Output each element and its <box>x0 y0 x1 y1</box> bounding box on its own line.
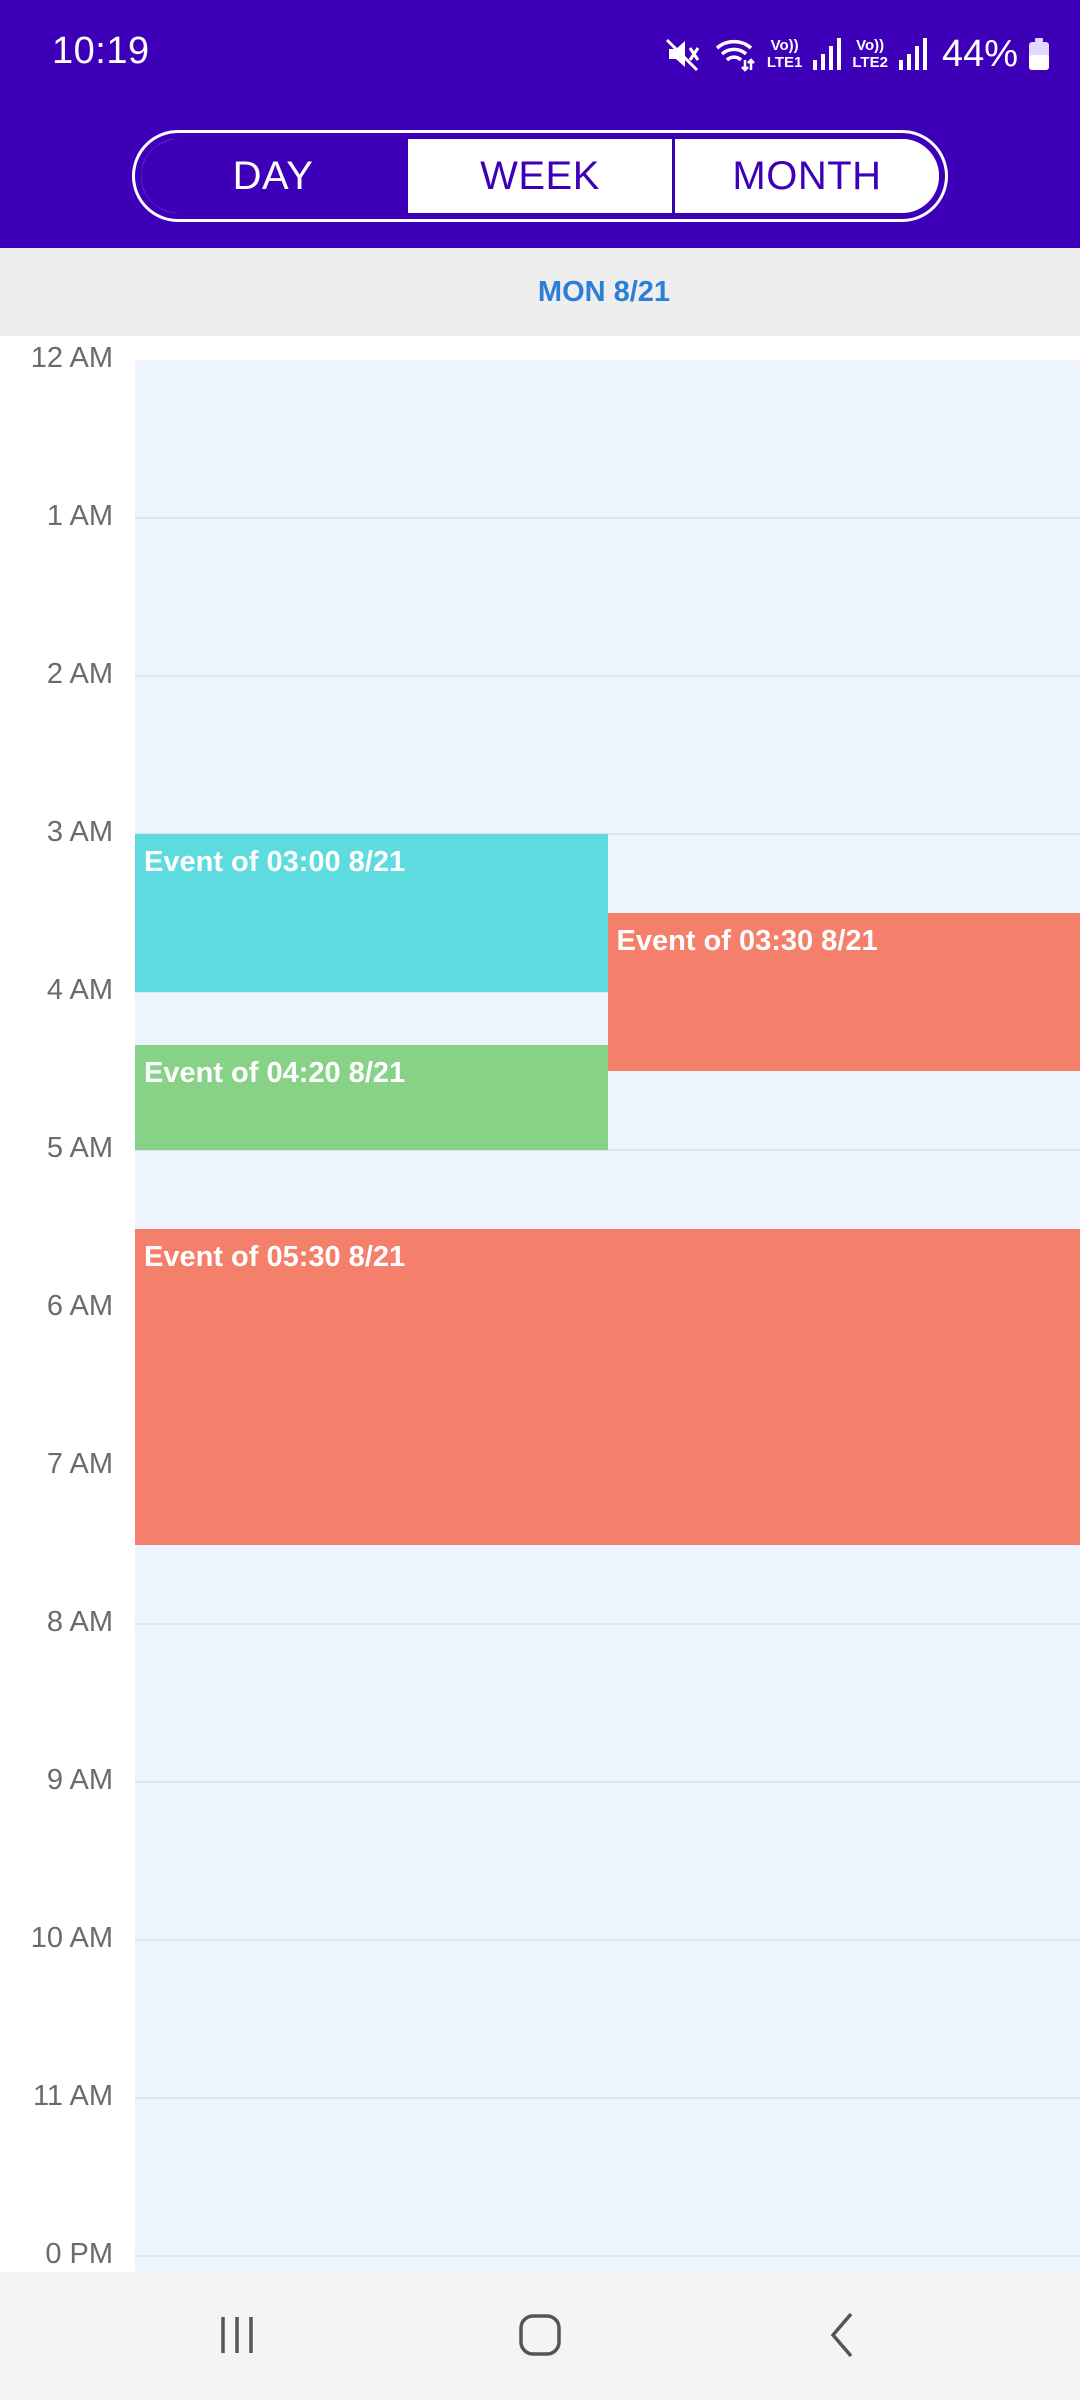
hour-label: 12 AM <box>30 342 113 374</box>
lte1-volte-label: Vo)) <box>770 37 799 54</box>
back-icon <box>823 2310 863 2365</box>
event-title: Event of 04:20 8/21 <box>144 1056 406 1089</box>
day-view-button[interactable]: DAY <box>141 139 405 213</box>
hour-gridline <box>135 675 1080 677</box>
hour-label: 3 AM <box>46 816 113 848</box>
calendar-event[interactable]: Event of 04:20 8/21 <box>135 1044 608 1150</box>
lte1-indicator: Vo)) LTE1 <box>767 37 803 71</box>
status-icons: Vo)) LTE1 Vo)) LTE2 44% <box>663 26 1050 82</box>
hour-label: 8 AM <box>46 1606 113 1638</box>
home-button[interactable] <box>500 2302 580 2372</box>
status-time: 10:19 <box>52 30 150 72</box>
hour-label: 9 AM <box>46 1764 113 1796</box>
lte2-label: LTE2 <box>852 54 888 71</box>
event-title: Event of 05:30 8/21 <box>144 1241 406 1273</box>
battery-percent: 44% <box>941 32 1018 75</box>
day-timeline[interactable]: 12 AM 1 AM 2 AM 3 AM 4 AM 5 AM 6 AM 7 AM 8 AM 9 A… <box>0 336 1080 2272</box>
event-title: Event of 03:00 8/21 <box>144 846 406 878</box>
home-icon <box>517 2312 563 2363</box>
calendar-app: 10:19 Vo)) LTE1 Vo)) LTE2 44% DAY WEEK M… <box>0 0 1080 2400</box>
lte2-volte-label: Vo)) <box>856 37 885 54</box>
signal-icon <box>898 36 928 72</box>
hour-gridline <box>135 2097 1080 2099</box>
hour-label: 2 AM <box>46 658 113 690</box>
signal-icon <box>812 36 842 72</box>
hour-gridline <box>135 1781 1080 1783</box>
view-switcher-track: DAY WEEK MONTH <box>139 137 941 215</box>
navigation-bar <box>0 2272 1080 2400</box>
recents-icon <box>215 2313 259 2362</box>
hour-gridline <box>135 1623 1080 1625</box>
lte2-indicator: Vo)) LTE2 <box>852 37 888 71</box>
back-button[interactable] <box>803 2302 883 2372</box>
recents-button[interactable] <box>197 2302 277 2372</box>
calendar-event[interactable]: Event of 03:30 8/21 <box>607 913 1080 1071</box>
hour-label: 0 PM <box>45 2238 113 2270</box>
wifi-icon <box>713 34 757 74</box>
hour-label: 7 AM <box>46 1448 113 1480</box>
mute-icon <box>663 34 703 74</box>
month-view-button[interactable]: MONTH <box>672 139 939 213</box>
battery-icon <box>1028 37 1050 71</box>
hour-label: 10 AM <box>30 1922 113 1954</box>
calendar-event[interactable]: Event of 03:00 8/21 <box>135 834 608 992</box>
hour-gridline <box>135 517 1080 519</box>
date-label[interactable]: MON 8/21 <box>538 276 670 309</box>
hour-label: 5 AM <box>46 1132 113 1164</box>
hour-label: 1 AM <box>46 500 113 532</box>
event-title: Event of 03:30 8/21 <box>616 925 878 957</box>
app-header: 10:19 Vo)) LTE1 Vo)) LTE2 44% DAY WEEK M… <box>0 0 1080 248</box>
hour-label: 6 AM <box>46 1290 113 1322</box>
hour-gridline <box>135 1939 1080 1941</box>
lte1-label: LTE1 <box>766 54 803 71</box>
hour-label: 11 AM <box>32 2080 113 2112</box>
date-header: MON 8/21 <box>0 248 1080 336</box>
calendar-event[interactable]: Event of 05:30 8/21 <box>135 1229 1080 1545</box>
week-view-button[interactable]: WEEK <box>405 139 672 213</box>
view-switcher: DAY WEEK MONTH <box>132 130 948 222</box>
hour-label: 4 AM <box>46 974 113 1006</box>
hour-gridline <box>135 2255 1080 2257</box>
